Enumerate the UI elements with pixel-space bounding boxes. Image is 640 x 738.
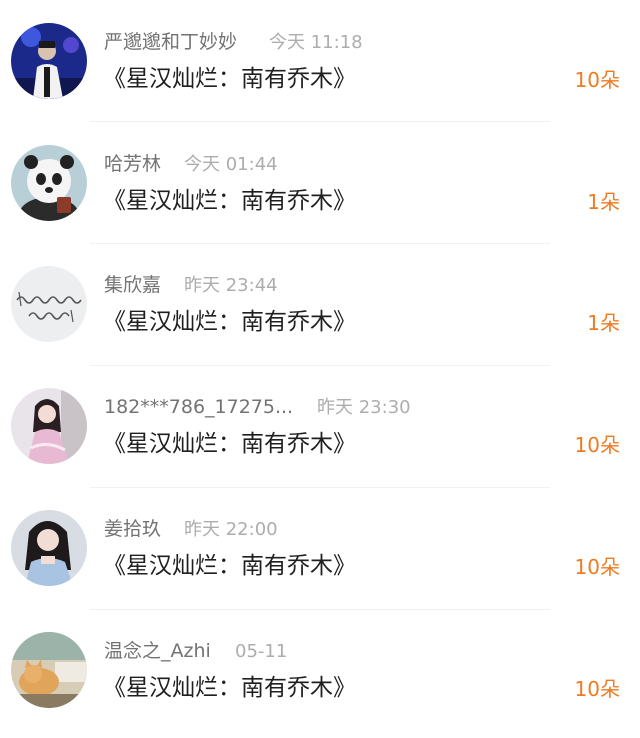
gift-ranking-list: 严邈邈和丁妙妙 今天 11:18 《星汉灿烂：南有乔木》 10朵 哈芳林 今天 … [0,0,640,738]
gift-count: 1朵 [587,311,620,335]
username: 集欣嘉 [104,274,162,296]
gift-count: 10朵 [574,433,620,457]
list-item[interactable]: 182***786_17275... 昨天 23:30 《星汉灿烂：南有乔木》 … [0,366,640,487]
avatar[interactable] [11,266,87,342]
username: 温念之_Azhi [104,640,211,662]
gift-name: 《星汉灿烂：南有乔木》 [103,675,356,701]
list-item[interactable]: 温念之_Azhi 05-11 《星汉灿烂：南有乔木》 10朵 [0,610,640,731]
gift-name: 《星汉灿烂：南有乔木》 [103,188,356,214]
timestamp: 今天 01:44 [184,154,278,175]
gift-name: 《星汉灿烂：南有乔木》 [103,309,356,335]
list-item[interactable]: 集欣嘉 昨天 23:44 《星汉灿烂：南有乔木》 1朵 [0,244,640,365]
avatar[interactable] [11,388,87,464]
gift-count: 10朵 [574,555,620,579]
gift-count: 10朵 [574,677,620,701]
username: 姜拾玖 [104,518,162,540]
stage-photo-avatar-icon [11,23,87,99]
gift-name: 《星汉灿烂：南有乔木》 [103,66,356,92]
username: 严邈邈和丁妙妙 [104,31,238,53]
avatar[interactable] [11,23,87,99]
list-item[interactable]: 严邈邈和丁妙妙 今天 11:18 《星汉灿烂：南有乔木》 10朵 [0,0,640,121]
cat-avatar-icon [11,632,87,708]
gift-count: 10朵 [574,68,620,92]
list-item[interactable]: 哈芳林 今天 01:44 《星汉灿烂：南有乔木》 1朵 [0,122,640,243]
username: 哈芳林 [104,153,162,175]
avatar[interactable] [11,510,87,586]
username: 182***786_17275... [104,396,294,418]
gift-name: 《星汉灿烂：南有乔木》 [103,553,356,579]
list-item[interactable]: 姜拾玖 昨天 22:00 《星汉灿烂：南有乔木》 10朵 [0,488,640,609]
avatar[interactable] [11,632,87,708]
avatar[interactable] [11,145,87,221]
timestamp: 昨天 23:30 [317,397,411,418]
portrait-girl-avatar-icon [11,510,87,586]
handwriting-avatar-icon [11,266,87,342]
timestamp: 05-11 [235,641,288,662]
timestamp: 昨天 22:00 [184,519,278,540]
timestamp: 昨天 23:44 [184,275,278,296]
gift-count: 1朵 [587,190,620,214]
gift-name: 《星汉灿烂：南有乔木》 [103,431,356,457]
costume-girl-avatar-icon [11,388,87,464]
timestamp: 今天 11:18 [269,32,363,53]
panda-avatar-icon [11,145,87,221]
